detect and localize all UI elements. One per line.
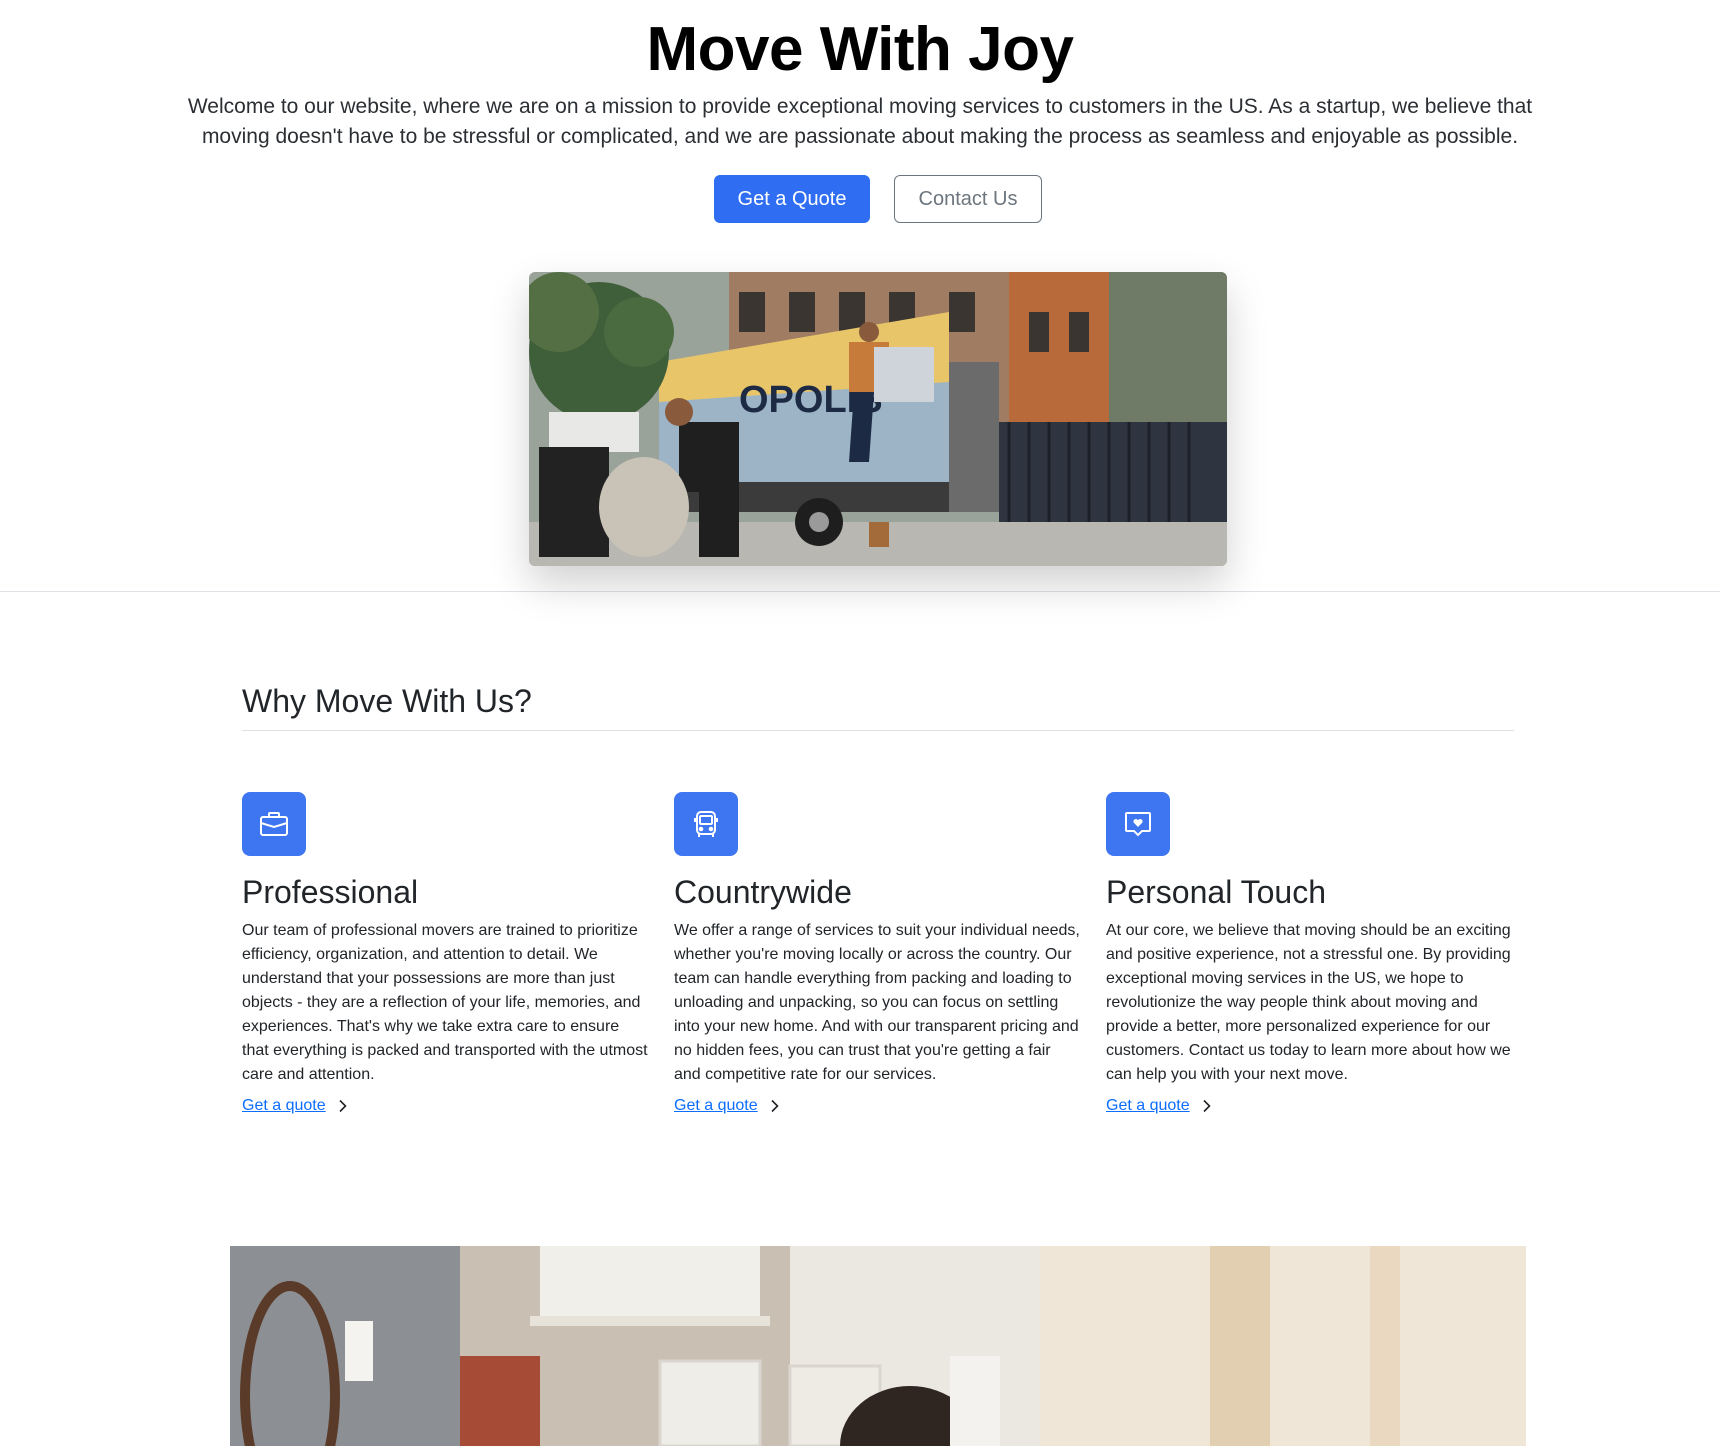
briefcase-icon bbox=[242, 792, 306, 856]
feature-title: Countrywide bbox=[674, 874, 852, 910]
feature-text: We offer a range of services to suit you… bbox=[674, 922, 1080, 1083]
chevron-right-icon bbox=[1203, 1099, 1211, 1113]
bus-icon bbox=[674, 792, 738, 856]
get-quote-link[interactable]: Get a quote bbox=[242, 1097, 350, 1115]
why-section: Why Move With Us? Professional Our team … bbox=[242, 683, 1514, 1114]
hero-image: OPOLIS bbox=[529, 272, 1227, 566]
contact-us-button[interactable]: Contact Us bbox=[894, 175, 1042, 223]
bottom-image bbox=[230, 1246, 1526, 1446]
chat-heart-icon bbox=[1106, 792, 1170, 856]
get-quote-link[interactable]: Get a quote bbox=[674, 1097, 782, 1115]
feature-text: At our core, we believe that moving shou… bbox=[1106, 922, 1511, 1083]
hero-section: Move With Joy Welcome to our website, wh… bbox=[0, 0, 1720, 592]
chevron-right-icon bbox=[771, 1099, 779, 1113]
get-quote-link[interactable]: Get a quote bbox=[1106, 1097, 1214, 1115]
feature-text: Our team of professional movers are trai… bbox=[242, 922, 648, 1083]
feature-professional: Professional Our team of professional mo… bbox=[242, 792, 648, 1115]
get-quote-link-label: Get a quote bbox=[242, 1097, 326, 1114]
feature-title: Personal Touch bbox=[1106, 874, 1326, 910]
feature-title: Professional bbox=[242, 874, 419, 910]
feature-countrywide: Countrywide We offer a range of services… bbox=[674, 792, 1080, 1115]
get-quote-link-label: Get a quote bbox=[674, 1097, 758, 1114]
hero-title: Move With Joy bbox=[646, 15, 1075, 84]
chevron-right-icon bbox=[339, 1099, 347, 1113]
hero-lead: Welcome to our website, where we are on … bbox=[187, 95, 1533, 148]
get-quote-link-label: Get a quote bbox=[1106, 1097, 1190, 1114]
get-quote-button[interactable]: Get a Quote bbox=[714, 175, 870, 223]
why-heading: Why Move With Us? bbox=[242, 683, 1514, 731]
feature-personal-touch: Personal Touch At our core, we believe t… bbox=[1106, 792, 1512, 1115]
